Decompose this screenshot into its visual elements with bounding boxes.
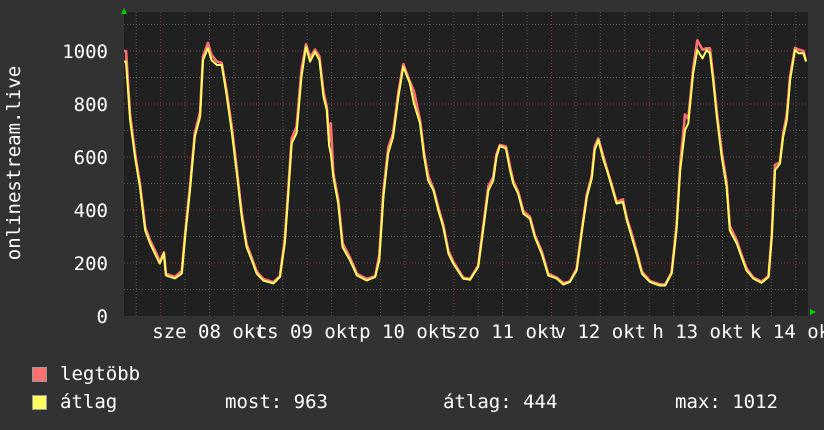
legend-label-max: legtöbb [60,363,141,385]
legend-swatch-max [32,367,47,382]
x-tick-label: p 10 okt [359,321,451,343]
y-axis-arrow-icon [121,8,127,14]
x-axis-arrow-icon [810,309,816,315]
legend-label-avg: átlag [60,391,118,413]
x-tick-label: v 12 okt [555,321,647,343]
y-tick-label: 0 [97,306,108,328]
x-tick-label: sze 08 okt [152,321,266,343]
y-tick-labels: 0 200 400 600 800 1000 [62,41,108,328]
x-tick-label: szo 11 okt [445,321,559,343]
legend-swatch-avg [32,395,47,410]
x-tick-label: k 14 okt [750,321,824,343]
y-tick-label: 200 [74,253,108,275]
x-tick-label: h 13 okt [652,321,744,343]
stat-now: most: 963 [225,391,328,413]
plot-area [124,12,808,316]
y-tick-label: 800 [74,94,108,116]
x-tick-label: cs 09 okt [256,321,359,343]
y-tick-label: 600 [74,147,108,169]
stat-max: max: 1012 [675,391,778,413]
y-axis-title: onlinestream.live [3,66,25,260]
y-tick-label: 400 [74,200,108,222]
x-tick-labels: sze 08 oktcs 09 okt p 10 oktszo 11 oktv 1… [152,321,824,343]
y-tick-label: 1000 [62,41,108,63]
stat-average: átlag: 444 [443,391,558,413]
